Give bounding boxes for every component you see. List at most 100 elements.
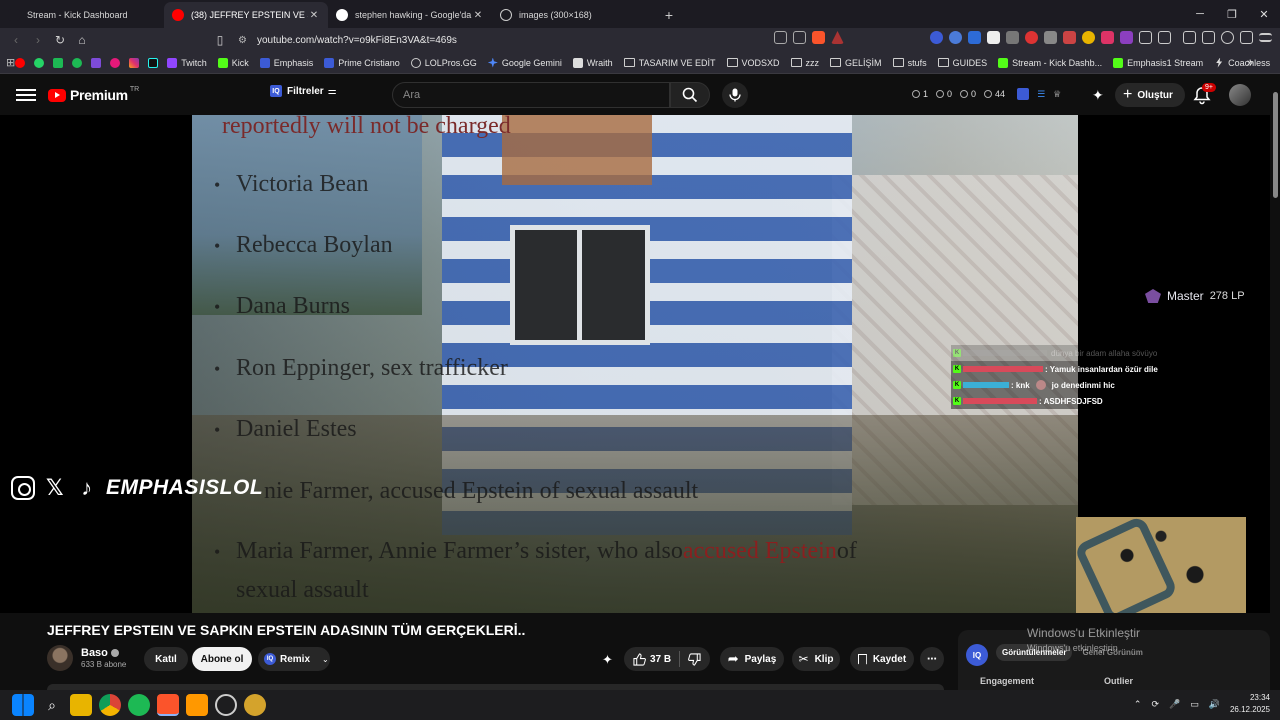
bookmark-icon[interactable]: ▯ bbox=[210, 30, 230, 50]
extension-yellow-icon[interactable] bbox=[1082, 31, 1095, 44]
extension-rocket-icon[interactable]: ✦ bbox=[602, 652, 616, 667]
new-tab-button[interactable]: + bbox=[656, 2, 682, 28]
share-button[interactable]: ➦ Paylaş bbox=[720, 647, 784, 671]
bookmark-lolpros[interactable]: LOLPros.GG bbox=[410, 57, 477, 68]
save-button[interactable]: Kaydet bbox=[850, 647, 914, 671]
steam-icon[interactable] bbox=[215, 694, 237, 716]
reload-icon[interactable]: ↻ bbox=[50, 30, 70, 50]
bookmark-coachless[interactable]: Coachless bbox=[1214, 57, 1270, 68]
ai-sparkle-icon[interactable] bbox=[1221, 31, 1234, 44]
trophy-icon[interactable]: ♕ bbox=[1053, 89, 1061, 100]
bookmark-green[interactable] bbox=[53, 57, 64, 68]
tab-google-search[interactable]: stephen hawking - Google'da A ✕ bbox=[328, 2, 492, 28]
extension-blue-icon[interactable] bbox=[930, 31, 943, 44]
join-button[interactable]: Katıl bbox=[144, 647, 188, 671]
close-tab-icon[interactable]: ✕ bbox=[472, 10, 484, 21]
iq-icon[interactable] bbox=[1017, 88, 1030, 100]
sidebar-icon[interactable] bbox=[1158, 31, 1171, 44]
search-icon[interactable]: ⌕ bbox=[41, 694, 63, 716]
bookmark-folder-gelisim[interactable]: GELİŞİM bbox=[830, 58, 882, 68]
bookmark-prime-cristiano[interactable]: Prime Cristiano bbox=[324, 57, 400, 68]
video-player[interactable]: reportedly will not be charged • Victoria… bbox=[0, 115, 1270, 613]
bookmark-instagram[interactable] bbox=[129, 57, 140, 68]
side-panel-icon[interactable] bbox=[1202, 31, 1215, 44]
menu-icon[interactable] bbox=[1259, 33, 1272, 42]
channel-avatar[interactable] bbox=[47, 645, 73, 671]
like-button[interactable]: 37 B bbox=[633, 652, 671, 666]
extension-pen-icon[interactable] bbox=[1006, 31, 1019, 44]
account-avatar[interactable] bbox=[1229, 84, 1251, 106]
bookmark-kick[interactable]: Kick bbox=[217, 57, 249, 68]
tray-app-icon[interactable]: ⟳ bbox=[1151, 699, 1159, 710]
vpn-shield-icon[interactable] bbox=[1240, 31, 1253, 44]
voice-search-button[interactable] bbox=[722, 82, 748, 108]
bookmark-gemini[interactable]: Google Gemini bbox=[487, 57, 562, 68]
thumbs-down-icon[interactable] bbox=[688, 652, 701, 666]
list-icon[interactable]: ☰ bbox=[1037, 89, 1045, 100]
back-icon[interactable]: ‹ bbox=[6, 30, 26, 50]
search-button[interactable] bbox=[670, 82, 710, 108]
subscribe-button[interactable]: Abone ol bbox=[192, 647, 252, 671]
remix-button[interactable]: IQ Remix ⌄ bbox=[258, 647, 330, 671]
maximize-icon[interactable]: ❐ bbox=[1216, 0, 1248, 28]
more-actions-button[interactable]: ⋯ bbox=[920, 647, 944, 671]
share-icon[interactable] bbox=[793, 31, 806, 44]
tab-kick-dashboard[interactable]: Stream - Kick Dashboard bbox=[0, 2, 164, 28]
minimize-icon[interactable]: ─ bbox=[1184, 0, 1216, 28]
cast-icon[interactable] bbox=[774, 31, 787, 44]
bookmark-folder-stufs[interactable]: stufs bbox=[892, 58, 927, 68]
tray-volume-icon[interactable]: 🔊 bbox=[1209, 699, 1220, 710]
channel-name-row[interactable]: Baso bbox=[81, 647, 126, 659]
bookmark-youtube[interactable] bbox=[15, 57, 26, 68]
bookmark-emphasis1-stream[interactable]: Emphasis1 Stream bbox=[1113, 57, 1203, 68]
site-settings-icon[interactable]: ⚙ bbox=[238, 35, 247, 46]
extension-arrow-icon[interactable] bbox=[968, 31, 981, 44]
bookmark-tiktok[interactable] bbox=[148, 57, 159, 68]
extension-multi-icon[interactable] bbox=[1063, 31, 1076, 44]
chrome-icon[interactable] bbox=[99, 694, 121, 716]
brave-shield-icon[interactable] bbox=[812, 31, 825, 44]
tray-network-icon[interactable]: ▭ bbox=[1190, 699, 1199, 710]
extension-blue2-icon[interactable] bbox=[949, 31, 962, 44]
youtube-premium-logo[interactable]: Premium TR bbox=[48, 86, 139, 103]
url-field[interactable]: ⚙ youtube.com/watch?v=o9kFi8En3VA&t=469s bbox=[238, 30, 828, 50]
page-scrollbar[interactable] bbox=[1270, 86, 1280, 690]
bookmark-spotify[interactable] bbox=[72, 57, 83, 68]
tab-youtube-video[interactable]: (38) JEFFREY EPSTEIN VE SAPKIN ✕ bbox=[164, 2, 328, 28]
tray-chevron-icon[interactable]: ⌃ bbox=[1134, 699, 1142, 710]
file-explorer-icon[interactable] bbox=[70, 694, 92, 716]
brave-icon[interactable] bbox=[157, 694, 179, 716]
forward-icon[interactable]: › bbox=[28, 30, 48, 50]
extension-c-icon[interactable] bbox=[987, 31, 1000, 44]
bookmark-kick-dashboard[interactable]: Stream - Kick Dashb... bbox=[998, 57, 1102, 68]
bookmark-whatsapp[interactable] bbox=[34, 57, 45, 68]
bookmark-folder-zzz[interactable]: zzz bbox=[790, 58, 819, 68]
extension-rocket-icon[interactable]: ✦ bbox=[1092, 87, 1104, 104]
app-icon[interactable] bbox=[244, 694, 266, 716]
tab-images[interactable]: images (300×168) bbox=[492, 2, 656, 28]
menu-hamburger-icon[interactable] bbox=[16, 89, 36, 101]
music-icon[interactable] bbox=[1183, 31, 1196, 44]
close-window-icon[interactable]: ✕ bbox=[1248, 0, 1280, 28]
bookmark-emphasis[interactable]: Emphasis bbox=[259, 57, 313, 68]
apps-grid-icon[interactable]: ⊞ bbox=[6, 56, 15, 69]
bookmarks-overflow-icon[interactable]: » bbox=[1247, 57, 1253, 69]
extension-camera-icon[interactable] bbox=[1044, 31, 1057, 44]
bookmark-twitch[interactable]: Twitch bbox=[167, 57, 207, 68]
tray-clock[interactable]: 23:34 26.12.2025 bbox=[1230, 692, 1270, 716]
extensions-puzzle-icon[interactable] bbox=[1139, 31, 1152, 44]
extension-red-icon[interactable] bbox=[1025, 31, 1038, 44]
channel-name[interactable]: Baso bbox=[81, 647, 108, 659]
search-input[interactable] bbox=[403, 89, 669, 101]
extension-pink-icon[interactable] bbox=[1101, 31, 1114, 44]
windows-start-icon[interactable] bbox=[12, 694, 34, 716]
clip-button[interactable]: ✂ Klip bbox=[792, 647, 840, 671]
bookmark-folder-vodsxd[interactable]: VODSXD bbox=[726, 58, 780, 68]
bookmark-folder-tasarim[interactable]: TASARIM VE EDİT bbox=[623, 58, 716, 68]
bookmark-wraith[interactable]: Wraith bbox=[572, 57, 613, 68]
bookmark-folder-guides[interactable]: GUIDES bbox=[937, 58, 987, 68]
create-button[interactable]: + Oluştur bbox=[1115, 83, 1185, 107]
bookmark-pink[interactable] bbox=[110, 57, 121, 68]
bookmark-pen[interactable] bbox=[91, 57, 102, 68]
tray-mic-icon[interactable]: 🎤 bbox=[1169, 699, 1180, 710]
